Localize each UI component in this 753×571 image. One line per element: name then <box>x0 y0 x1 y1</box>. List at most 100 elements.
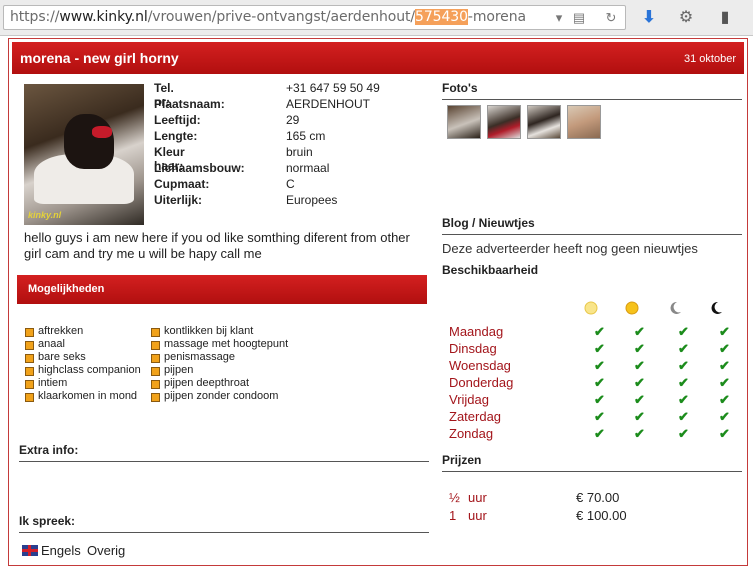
profile-title: morena - new girl horny <box>20 50 179 66</box>
price-value: € 100.00 <box>576 508 627 523</box>
day-label: Maandag <box>449 324 504 339</box>
info-label: Cupmaat: <box>154 177 210 191</box>
languages-heading: Ik spreek: <box>19 514 429 533</box>
options-list-right: kontlikken bij klant massage met hoogtep… <box>151 325 288 403</box>
available-check-icon: ✔ <box>678 341 689 356</box>
available-check-icon: ✔ <box>678 392 689 407</box>
info-label: Plaatsnaam: <box>154 97 225 111</box>
available-check-icon: ✔ <box>594 375 605 390</box>
info-label: Leeftijd: <box>154 113 201 127</box>
price-qty: 1 <box>449 508 457 523</box>
photo-thumbnail[interactable] <box>567 105 601 139</box>
reload-icon[interactable]: ↻ <box>602 9 620 27</box>
info-value: bruin <box>286 145 313 159</box>
extension-icon[interactable]: ⚙ <box>675 7 697 29</box>
available-check-icon: ✔ <box>678 426 689 441</box>
photo-thumbnail[interactable] <box>527 105 561 139</box>
url-highlight: 575430 <box>415 9 468 25</box>
option-item: bare seks <box>25 351 141 364</box>
options-list-left: aftrekken anaal bare seks highclass comp… <box>25 325 141 403</box>
available-check-icon: ✔ <box>594 426 605 441</box>
available-check-icon: ✔ <box>594 324 605 339</box>
profile-page: morena - new girl horny 31 oktober kinky… <box>8 38 748 566</box>
browser-toolbar: https://www.kinky.nl/vrouwen/prive-ontva… <box>0 0 753 36</box>
moon-crescent-icon <box>668 301 682 315</box>
option-item: klaarkomen in mond <box>25 390 141 403</box>
day-label: Dinsdag <box>449 341 497 356</box>
profile-description: hello guys i am new here if you od like … <box>24 230 410 261</box>
option-item: aftrekken <box>25 325 141 338</box>
profile-photo[interactable]: kinky.nl <box>24 84 144 225</box>
photo-figure <box>64 114 114 169</box>
price-unit: uur <box>468 508 487 523</box>
option-item: kontlikken bij klant <box>151 325 288 338</box>
available-check-icon: ✔ <box>719 426 730 441</box>
day-label: Woensdag <box>449 358 511 373</box>
url-scheme: https:// <box>10 9 60 25</box>
language-item: Engels <box>41 543 81 558</box>
available-check-icon: ✔ <box>719 375 730 390</box>
option-item: highclass companion <box>25 364 141 377</box>
available-check-icon: ✔ <box>719 358 730 373</box>
option-item: pijpen deepthroat <box>151 377 288 390</box>
photo-thumbnail[interactable] <box>447 105 481 139</box>
clipboard-icon[interactable]: ▮ <box>714 7 736 29</box>
extra-info-heading: Extra info: <box>19 443 429 462</box>
option-item: penismassage <box>151 351 288 364</box>
available-check-icon: ✔ <box>678 375 689 390</box>
info-value: +31 647 59 50 49 <box>286 81 380 95</box>
mogelijkheden-title: Mogelijkheden <box>28 283 105 295</box>
info-value: 29 <box>286 113 300 127</box>
price-qty: ½ <box>449 490 460 505</box>
availability-heading: Beschikbaarheid <box>442 263 539 277</box>
option-item: intiem <box>25 377 141 390</box>
option-item: anaal <box>25 338 141 351</box>
available-check-icon: ✔ <box>634 375 645 390</box>
sun-pale-icon <box>584 301 598 315</box>
available-check-icon: ✔ <box>719 324 730 339</box>
photo-detail <box>92 126 112 138</box>
photo-watermark: kinky.nl <box>28 210 62 220</box>
photo-thumbnail[interactable] <box>487 105 521 139</box>
available-check-icon: ✔ <box>678 324 689 339</box>
info-value: normaal <box>286 161 330 175</box>
available-check-icon: ✔ <box>594 358 605 373</box>
sun-icon <box>625 301 639 315</box>
uk-flag-icon <box>22 545 38 556</box>
url-bar[interactable]: https://www.kinky.nl/vrouwen/prive-ontva… <box>3 5 626 30</box>
available-check-icon: ✔ <box>719 392 730 407</box>
info-value: C <box>286 177 295 191</box>
url-text[interactable]: https://www.kinky.nl/vrouwen/prive-ontva… <box>10 9 526 25</box>
language-item: Overig <box>87 543 126 558</box>
info-label: Lengte: <box>154 129 198 143</box>
available-check-icon: ✔ <box>634 426 645 441</box>
download-icon[interactable]: ⬇ <box>638 7 660 29</box>
available-check-icon: ✔ <box>594 392 605 407</box>
day-label: Donderdag <box>449 375 514 390</box>
price-unit: uur <box>468 490 487 505</box>
price-value: € 70.00 <box>576 490 620 505</box>
day-label: Vrijdag <box>449 392 489 407</box>
reader-view-icon[interactable]: ▤ <box>570 9 588 27</box>
option-item: pijpen <box>151 364 288 377</box>
info-label: Lichaamsbouw: <box>154 161 245 175</box>
blog-text: Deze adverteerder heeft nog geen nieuwtj… <box>442 241 698 256</box>
info-value: Europees <box>286 193 338 207</box>
available-check-icon: ✔ <box>719 341 730 356</box>
option-item: pijpen zonder condoom <box>151 390 288 403</box>
info-value: AERDENHOUT <box>286 97 371 111</box>
moon-dark-icon <box>709 301 723 315</box>
dropdown-arrow-icon[interactable]: ▾ <box>550 9 568 27</box>
mogelijkheden-header: Mogelijkheden <box>17 275 427 304</box>
blog-heading: Blog / Nieuwtjes <box>442 216 742 235</box>
profile-date: 31 oktober <box>684 53 736 65</box>
title-bar: morena - new girl horny 31 oktober <box>12 42 744 74</box>
available-check-icon: ✔ <box>634 409 645 424</box>
available-check-icon: ✔ <box>678 409 689 424</box>
fotos-heading: Foto's <box>442 81 742 100</box>
option-item: massage met hoogtepunt <box>151 338 288 351</box>
available-check-icon: ✔ <box>634 341 645 356</box>
available-check-icon: ✔ <box>634 324 645 339</box>
day-label: Zondag <box>449 426 494 441</box>
available-check-icon: ✔ <box>719 409 730 424</box>
